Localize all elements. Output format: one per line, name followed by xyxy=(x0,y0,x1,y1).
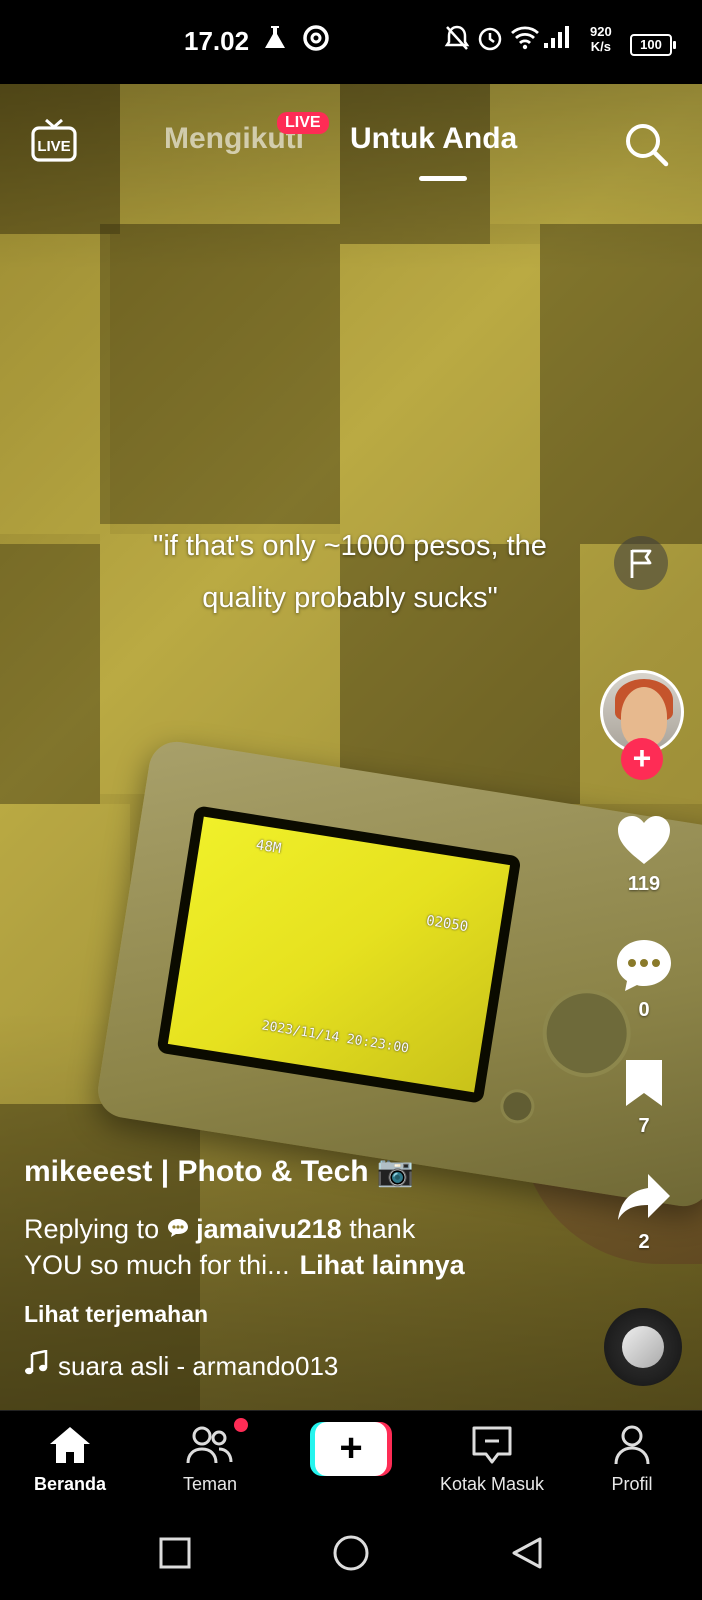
create-button[interactable]: + xyxy=(310,1422,392,1476)
search-icon[interactable] xyxy=(622,120,670,168)
nav-friends[interactable]: Teman xyxy=(150,1425,270,1495)
home-circle-icon[interactable] xyxy=(332,1534,370,1577)
share-count: 2 xyxy=(638,1231,650,1253)
heart-icon xyxy=(616,816,672,870)
bookmark-button[interactable]: 7 xyxy=(600,1058,688,1138)
nav-inbox[interactable]: Kotak Masuk xyxy=(432,1425,552,1495)
top-nav: LIVE Mengikuti LIVE Untuk Anda xyxy=(0,84,702,204)
see-more-link[interactable]: Lihat lainnya xyxy=(300,1250,465,1280)
sound-name: suara asli - armando013 xyxy=(58,1351,339,1381)
comment-icon xyxy=(615,940,673,996)
lab-flask-icon xyxy=(262,24,288,57)
system-nav-bar xyxy=(0,1506,702,1600)
net-speed: 920 K/s xyxy=(590,24,612,54)
status-bar: 17.02 920 K/s 100 xyxy=(0,0,702,84)
reply-bubble-icon xyxy=(167,1214,197,1244)
inbox-icon xyxy=(470,1426,514,1469)
svg-text:LIVE: LIVE xyxy=(37,138,70,155)
report-flag-icon[interactable] xyxy=(614,536,668,590)
status-time: 17.02 xyxy=(184,26,250,56)
battery-indicator: 100 xyxy=(630,34,676,56)
live-tv-icon[interactable]: LIVE xyxy=(30,116,78,164)
tab-for-you[interactable]: Untuk Anda xyxy=(350,122,517,156)
alarm-icon xyxy=(476,24,504,57)
tab-active-indicator xyxy=(419,176,467,181)
follow-button[interactable]: + xyxy=(621,738,663,780)
nav-home[interactable]: Beranda xyxy=(10,1425,130,1495)
bookmark-icon xyxy=(622,1060,666,1112)
notifications-off-icon xyxy=(444,24,470,57)
comment-count: 0 xyxy=(638,999,650,1021)
music-note-icon xyxy=(24,1349,48,1383)
comment-button[interactable]: 0 xyxy=(600,938,688,1022)
wifi-icon xyxy=(510,24,540,55)
translate-link[interactable]: Lihat terjemahan xyxy=(24,1301,584,1328)
live-badge: LIVE xyxy=(277,112,329,134)
sound-disc-icon[interactable] xyxy=(604,1308,682,1386)
creator-username[interactable]: mikeeest | Photo & Tech 📷 xyxy=(24,1154,584,1189)
post-description[interactable]: Replying to jamaivu218 thank YOU so much… xyxy=(24,1211,584,1283)
plus-icon: + xyxy=(315,1422,387,1476)
post-info: mikeeest | Photo & Tech 📷 Replying to ja… xyxy=(24,1154,584,1383)
reply-username[interactable]: jamaivu218 xyxy=(196,1214,342,1244)
back-triangle-icon[interactable] xyxy=(510,1536,544,1575)
share-button[interactable]: 2 xyxy=(600,1172,688,1254)
friends-icon xyxy=(186,1426,234,1469)
nav-profile[interactable]: Profil xyxy=(572,1425,692,1495)
at-sign-icon xyxy=(302,24,330,57)
sound-link[interactable]: suara asli - armando013 xyxy=(24,1349,584,1383)
friends-notification-dot xyxy=(234,1418,248,1432)
share-icon xyxy=(616,1174,672,1228)
home-icon xyxy=(48,1427,92,1469)
signal-icon xyxy=(542,24,572,55)
like-count: 119 xyxy=(627,873,661,895)
recents-square-icon[interactable] xyxy=(158,1536,192,1575)
profile-icon xyxy=(610,1425,654,1469)
video-caption: "if that's only ~1000 pesos, the quality… xyxy=(153,530,547,614)
bookmark-count: 7 xyxy=(638,1115,650,1137)
like-button[interactable]: 119 xyxy=(600,814,688,896)
